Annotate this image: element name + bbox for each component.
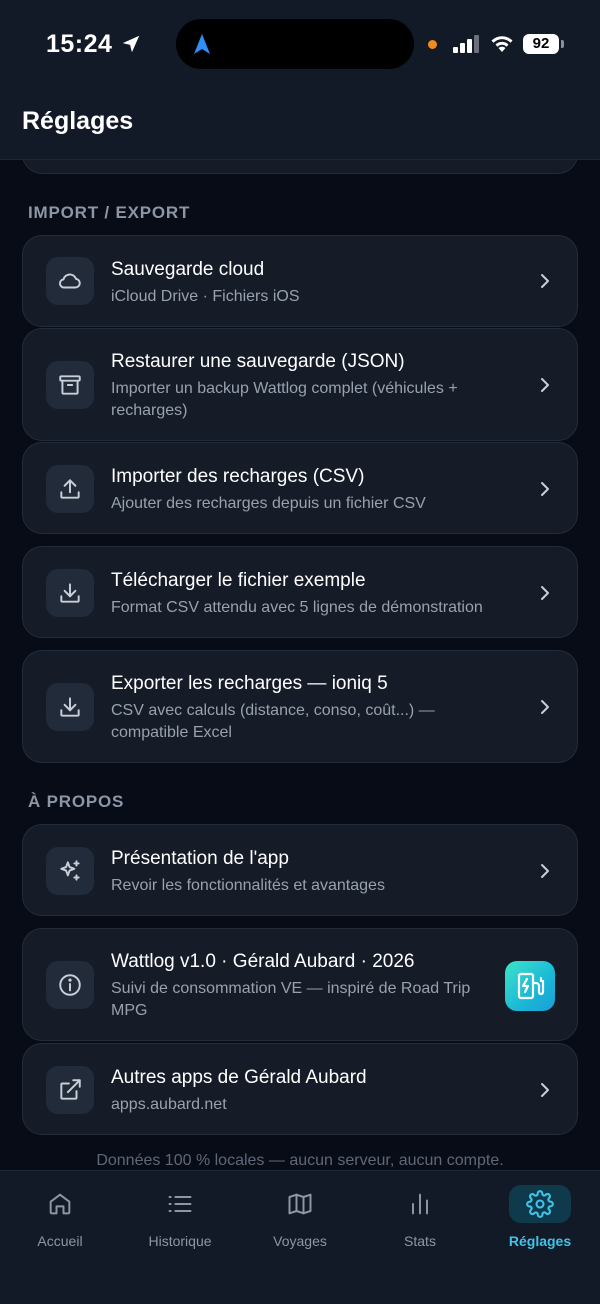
tab-voyages[interactable]: Voyages [240, 1171, 360, 1261]
info-icon [46, 961, 94, 1009]
list-icon [149, 1185, 211, 1223]
camera-indicator [428, 40, 437, 49]
item-subtitle: Importer un backup Wattlog complet (véhi… [111, 380, 458, 419]
upload-icon [46, 465, 94, 513]
item-title: Restaurer une sauvegarde (JSON) [111, 351, 405, 372]
chevron-right-icon [541, 864, 549, 878]
item-title: Télécharger le fichier exemple [111, 570, 366, 591]
cloud-backup-item[interactable]: Sauvegarde cloud iCloud Drive · Fichiers… [22, 235, 578, 327]
external-link-icon [46, 1066, 94, 1114]
item-subtitle: Ajouter des recharges depuis un fichier … [111, 495, 426, 512]
cloud-icon [46, 257, 94, 305]
item-title: Autres apps de Gérald Aubard [111, 1067, 367, 1088]
tab-label: Voyages [273, 1233, 327, 1249]
app-info-item: Wattlog v1.0 · Gérald Aubard · 2026 Suiv… [22, 928, 578, 1041]
bar-chart-icon [389, 1185, 451, 1223]
item-subtitle: CSV avec calculs (distance, conso, coût.… [111, 702, 435, 741]
wifi-icon [491, 36, 513, 52]
item-subtitle: apps.aubard.net [111, 1096, 227, 1113]
app-presentation-item[interactable]: Présentation de l'app Revoir les fonctio… [22, 824, 578, 916]
chevron-right-icon [541, 1083, 549, 1097]
item-title: Sauvegarde cloud [111, 259, 265, 280]
tab-stats[interactable]: Stats [360, 1171, 480, 1261]
restore-backup-item[interactable]: Restaurer une sauvegarde (JSON) Importer… [22, 328, 578, 441]
battery-level: 92 [523, 34, 559, 54]
item-subtitle: iCloud Drive · Fichiers iOS [111, 288, 300, 305]
tab-label: Accueil [37, 1233, 83, 1249]
chevron-right-icon [541, 274, 549, 288]
item-subtitle: Format CSV attendu avec 5 lignes de démo… [111, 599, 483, 616]
privacy-note: Données 100 % locales — aucun serveur, a… [96, 1152, 504, 1169]
download-icon [46, 569, 94, 617]
tab-label: Stats [404, 1233, 436, 1249]
tab-accueil[interactable]: Accueil [0, 1171, 120, 1261]
signal-icon [453, 35, 479, 53]
home-icon [29, 1185, 91, 1223]
navigation-icon [194, 34, 210, 54]
tab-label: Réglages [508, 1233, 572, 1249]
tab-label: Historique [148, 1233, 212, 1249]
header: 15:24 92 Réglages [0, 0, 600, 160]
download-sample-item[interactable]: Télécharger le fichier exemple Format CS… [22, 546, 578, 638]
item-title: Présentation de l'app [111, 848, 289, 869]
tab-historique[interactable]: Historique [120, 1171, 240, 1261]
battery-tip [561, 40, 564, 48]
settings-content[interactable]: IMPORT / EXPORT Sauvegarde cloud iCloud … [0, 0, 600, 1304]
gear-icon [509, 1185, 571, 1223]
sparkles-icon [46, 847, 94, 895]
item-title: Importer des recharges (CSV) [111, 466, 365, 487]
section-label-import-export: IMPORT / EXPORT [28, 203, 191, 222]
archive-icon [46, 361, 94, 409]
item-subtitle: Revoir les fonctionnalités et avantages [111, 877, 385, 894]
section-label-about: À PROPOS [28, 792, 125, 811]
item-title: Exporter les recharges — ioniq 5 [111, 673, 388, 694]
tab-bar: Accueil Historique Voyages Stats Réglage… [0, 1170, 600, 1304]
download-icon [46, 683, 94, 731]
tab-reglages[interactable]: Réglages [480, 1171, 600, 1261]
location-arrow-icon [122, 35, 140, 53]
wattlog-logo-icon [505, 961, 555, 1011]
item-title: Wattlog v1.0 · Gérald Aubard · 2026 [111, 951, 415, 972]
other-apps-item[interactable]: Autres apps de Gérald Aubard apps.aubard… [22, 1043, 578, 1135]
chevron-right-icon [541, 482, 549, 496]
status-time: 15:24 [46, 30, 113, 58]
item-subtitle: Suivi de consommation VE — inspiré de Ro… [111, 980, 471, 1019]
chevron-right-icon [541, 378, 549, 392]
export-charges-item[interactable]: Exporter les recharges — ioniq 5 CSV ave… [22, 650, 578, 763]
status-bar: 15:24 92 [0, 0, 600, 90]
page-title: Réglages [22, 107, 134, 135]
import-csv-item[interactable]: Importer des recharges (CSV) Ajouter des… [22, 442, 578, 534]
chevron-right-icon [541, 586, 549, 600]
map-icon [269, 1185, 331, 1223]
chevron-right-icon [541, 700, 549, 714]
